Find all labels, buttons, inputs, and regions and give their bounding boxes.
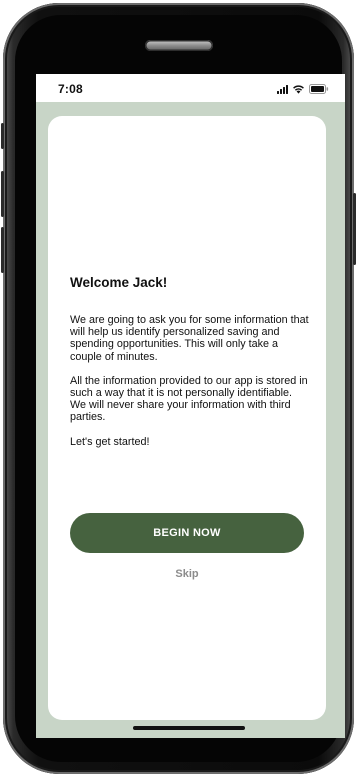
volume-down-button <box>1 227 4 273</box>
app-screen: 7:08 Welcome Jack! We are going to ask y… <box>36 74 345 738</box>
status-icons <box>277 83 329 94</box>
status-time: 7:08 <box>58 82 83 96</box>
home-indicator[interactable] <box>133 726 245 730</box>
mute-switch <box>1 123 4 149</box>
skip-link[interactable]: Skip <box>70 568 304 580</box>
wifi-icon <box>293 85 304 94</box>
status-bar: 7:08 <box>36 74 345 102</box>
onboarding-card: Welcome Jack! We are going to ask you fo… <box>48 116 326 720</box>
power-button <box>353 193 356 265</box>
welcome-title: Welcome Jack! <box>70 275 168 290</box>
volume-up-button <box>1 171 4 217</box>
cellular-signal-icon <box>277 85 288 94</box>
intro-paragraph: We are going to ask you for some informa… <box>70 314 309 363</box>
begin-now-button[interactable]: BEGIN NOW <box>70 513 304 553</box>
phone-frame: 7:08 Welcome Jack! We are going to ask y… <box>1 3 356 774</box>
battery-icon <box>309 84 329 94</box>
privacy-paragraph: All the information provided to our app … <box>70 374 308 424</box>
get-started-text: Let's get started! <box>70 435 150 448</box>
welcome-content: Welcome Jack! We are going to ask you fo… <box>70 274 310 460</box>
earpiece-speaker <box>145 40 213 51</box>
